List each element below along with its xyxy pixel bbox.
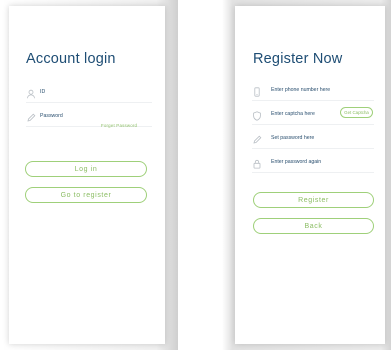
phone-icon <box>252 87 262 97</box>
go-to-register-button[interactable]: Go to register <box>25 187 147 203</box>
login-card: Account login ID Password Forget Passwor… <box>9 6 165 344</box>
register-title: Register Now <box>253 51 343 67</box>
confirm-password-field[interactable]: Enter password again <box>252 158 374 173</box>
register-card: Register Now Enter phone number here Ent… <box>235 6 385 344</box>
phone-input[interactable]: Enter phone number here <box>271 87 330 93</box>
get-captcha-button[interactable]: Get Captcha <box>340 107 373 118</box>
pen-icon <box>252 135 262 145</box>
set-password-field[interactable]: Set password here <box>252 134 374 149</box>
set-password-input[interactable]: Set password here <box>271 135 314 141</box>
forget-password-link[interactable]: Forget Password <box>101 123 137 128</box>
username-field[interactable]: ID <box>26 88 152 103</box>
user-icon <box>26 89 36 99</box>
pen-icon <box>26 113 36 123</box>
lock-icon <box>252 159 262 169</box>
confirm-password-input[interactable]: Enter password again <box>271 159 321 165</box>
shield-icon <box>252 111 262 121</box>
login-title: Account login <box>26 51 116 67</box>
captcha-input[interactable]: Enter captcha here <box>271 111 315 117</box>
login-button[interactable]: Log in <box>25 161 147 177</box>
back-button[interactable]: Back <box>253 218 374 234</box>
register-button[interactable]: Register <box>253 192 374 208</box>
password-input[interactable]: Password <box>40 113 63 119</box>
phone-field[interactable]: Enter phone number here <box>252 86 374 101</box>
username-input[interactable]: ID <box>40 89 45 95</box>
